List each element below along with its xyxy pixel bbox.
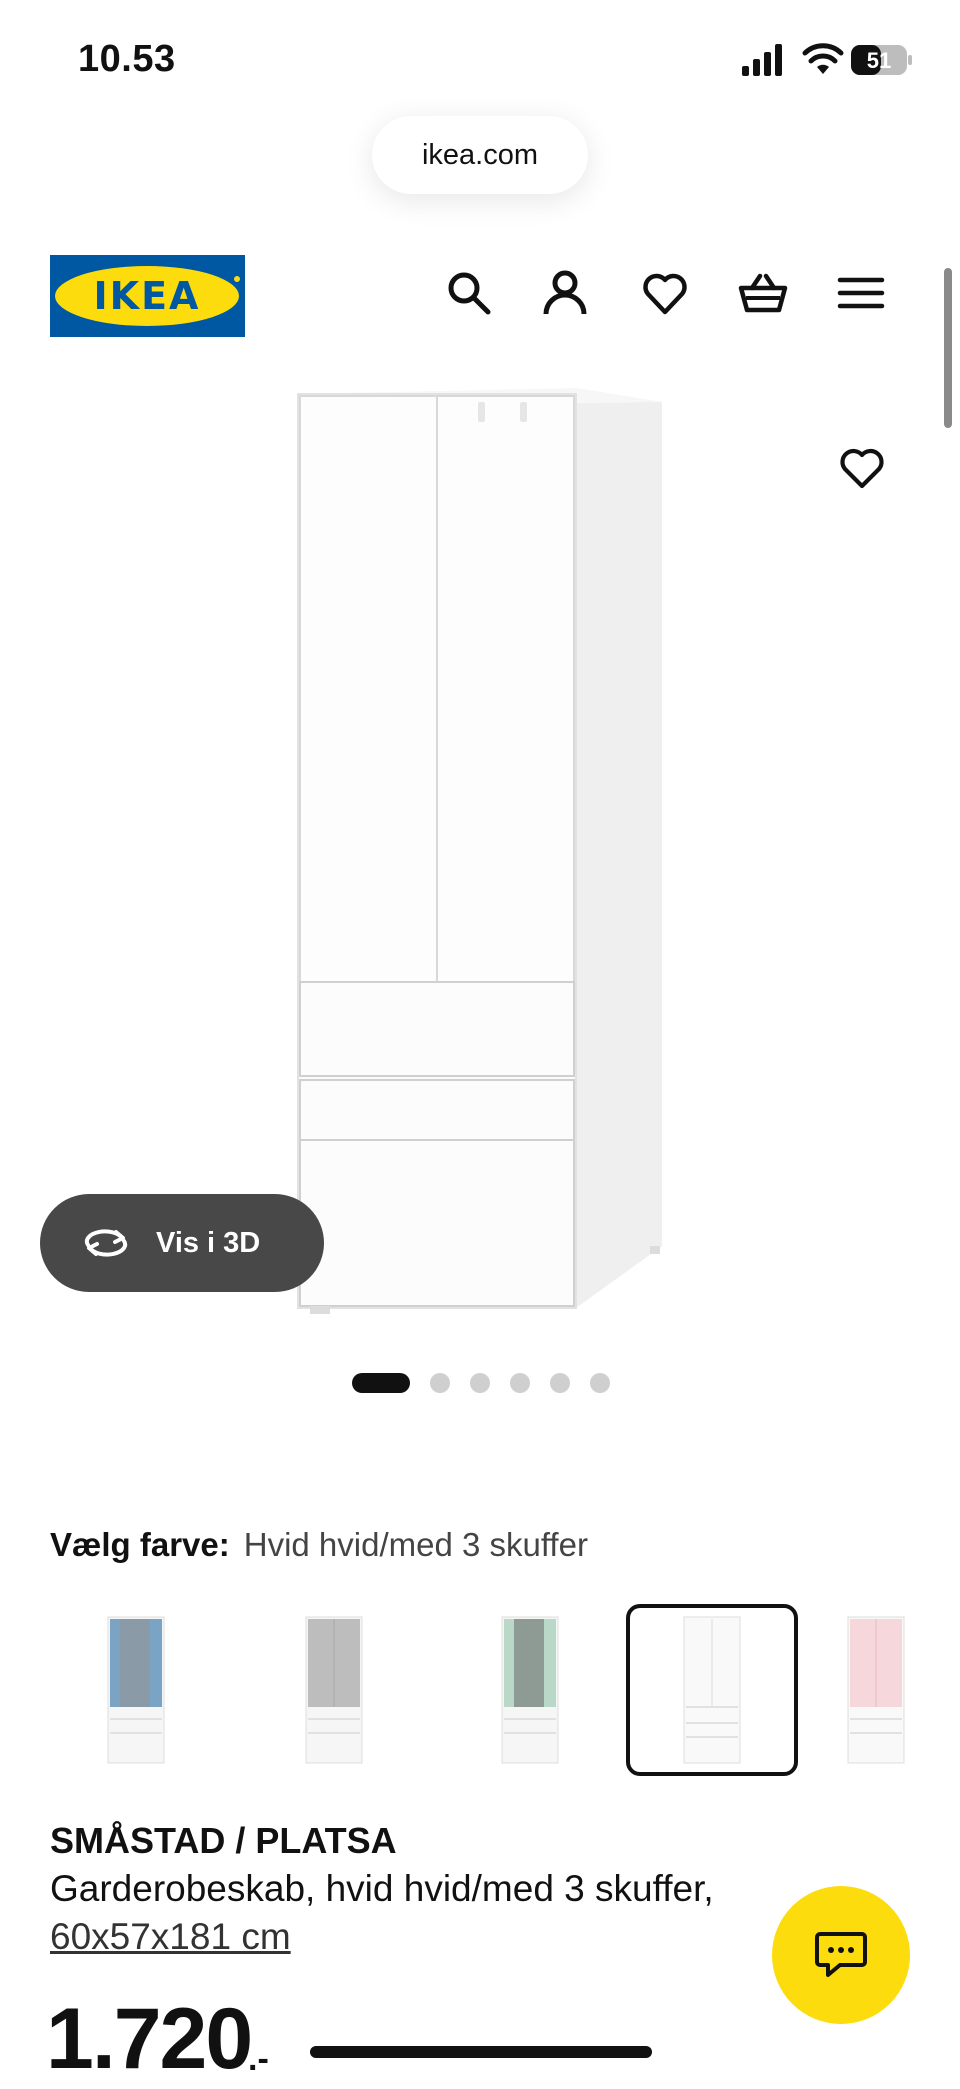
swatch-thumbnail (305, 1616, 363, 1764)
colour-option-grey[interactable] (250, 1606, 418, 1774)
colour-option-blue[interactable] (52, 1606, 220, 1774)
colour-selector-heading: Vælg farve: Hvid hvid/med 3 skuffer (50, 1526, 588, 1564)
chat-button[interactable] (772, 1886, 910, 2024)
colour-value: Hvid hvid/med 3 skuffer (243, 1526, 588, 1563)
battery-icon: 51 (851, 45, 912, 75)
swatch-thumbnail (501, 1616, 559, 1764)
carousel-dot[interactable] (590, 1373, 610, 1393)
menu-icon[interactable] (836, 268, 886, 318)
save-favourite-icon[interactable] (838, 446, 886, 490)
carousel-dot[interactable] (430, 1373, 450, 1393)
product-description: Garderobeskab, hvid hvid/med 3 skuffer, (50, 1868, 714, 1909)
status-time: 10.53 (78, 38, 176, 80)
basket-icon[interactable] (738, 268, 788, 318)
url-bar[interactable]: ikea.com (372, 116, 588, 194)
product-price: 1.720 (46, 1991, 253, 2087)
swatch-thumbnail (107, 1616, 165, 1764)
view-in-3d-label: Vis i 3D (156, 1226, 261, 1259)
colour-option-white[interactable] (626, 1604, 798, 1776)
cellular-signal-icon (742, 44, 782, 76)
swatch-thumbnail (847, 1616, 905, 1764)
view-in-3d-button[interactable]: Vis i 3D (40, 1194, 324, 1292)
product-name: SMÅSTAD / PLATSA (50, 1820, 397, 1861)
logo-text: IKEA (94, 274, 201, 318)
page-scrollbar[interactable] (944, 268, 952, 428)
ikea-logo[interactable]: IKEA (50, 255, 245, 337)
colour-label: Vælg farve: (50, 1526, 230, 1563)
heart-icon[interactable] (640, 268, 690, 318)
battery-level: 51 (867, 48, 891, 73)
product-dimensions-link[interactable]: 60x57x181 cm (50, 1916, 291, 1958)
carousel-dot[interactable] (510, 1373, 530, 1393)
rotate-3d-icon (84, 1229, 128, 1257)
carousel-dot[interactable] (470, 1373, 490, 1393)
chat-bubble-icon (815, 1932, 867, 1977)
search-icon[interactable] (444, 268, 494, 318)
colour-option-mint[interactable] (446, 1606, 614, 1774)
swatch-thumbnail (683, 1616, 741, 1764)
profile-icon[interactable] (540, 268, 590, 318)
carousel-dot[interactable] (550, 1373, 570, 1393)
price-suffix: .- (248, 2040, 269, 2078)
colour-option-pink[interactable] (846, 1606, 946, 1774)
wifi-icon (802, 43, 844, 74)
carousel-dot[interactable] (352, 1373, 410, 1393)
home-indicator[interactable] (310, 2046, 652, 2058)
url-text: ikea.com (421, 138, 539, 171)
product-image[interactable] (290, 388, 670, 1318)
image-carousel-indicator[interactable] (352, 1372, 610, 1394)
